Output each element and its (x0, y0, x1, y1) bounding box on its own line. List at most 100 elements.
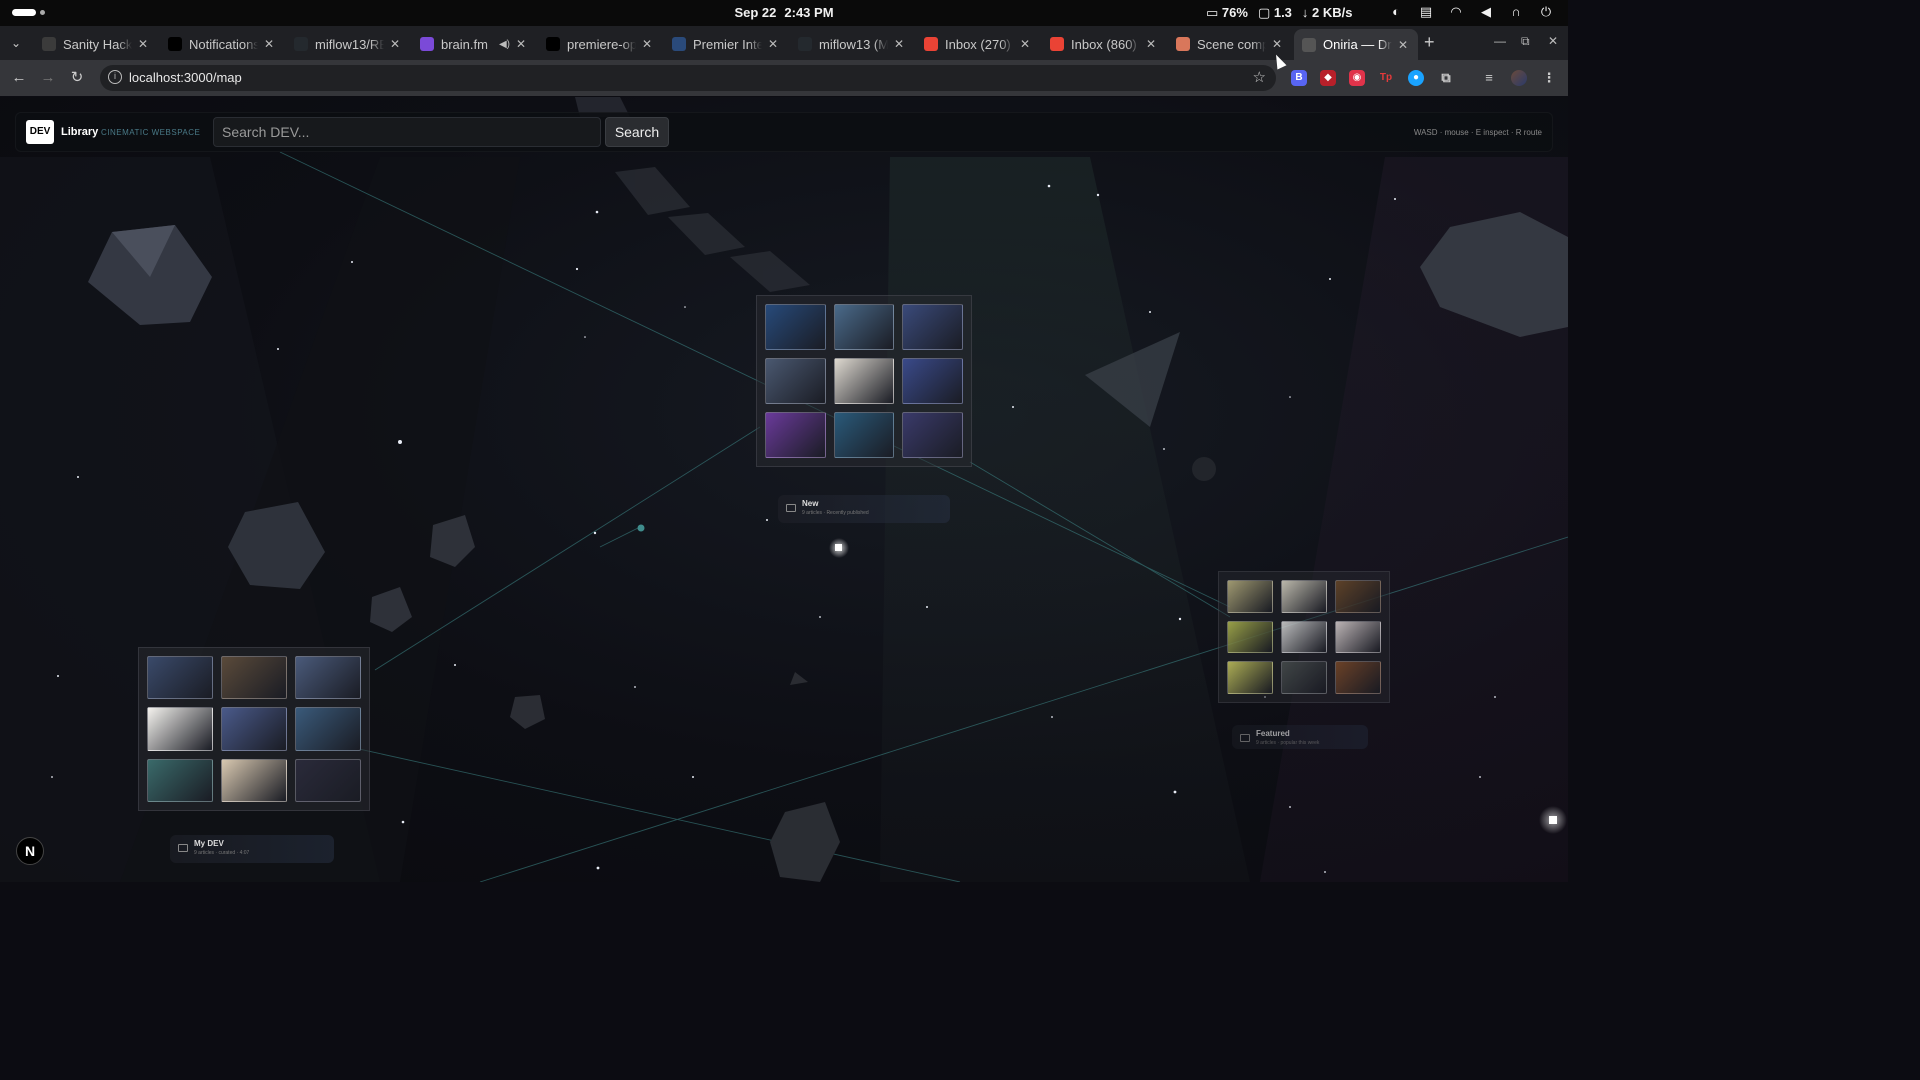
board-label-featured[interactable]: Featured 9 articles · popular this week (1232, 725, 1368, 749)
close-tab-icon[interactable]: ✕ (1396, 38, 1410, 52)
board-label-my-dev[interactable]: My DEV 9 articles · curated · 4:07 (170, 835, 334, 863)
tab-10[interactable]: Scene comp ✕ (1168, 30, 1292, 58)
new-tab-button[interactable]: + (1424, 32, 1435, 53)
article-thumbnail[interactable] (1227, 620, 1273, 654)
profile-avatar[interactable] (1511, 70, 1527, 86)
close-tab-icon[interactable]: ✕ (892, 37, 906, 51)
back-icon[interactable]: ← (9, 68, 29, 88)
clipboard-icon[interactable]: ▤ (1418, 4, 1434, 20)
article-thumbnail[interactable] (295, 707, 361, 751)
article-thumbnail[interactable] (833, 412, 895, 458)
close-tab-icon[interactable]: ✕ (1270, 37, 1284, 51)
clock-time: 2:43 PM (784, 5, 834, 20)
tab-title: miflow13 (M (819, 36, 888, 52)
tab-1[interactable]: Sanity Hack ✕ (34, 30, 158, 58)
article-thumbnail[interactable] (833, 304, 895, 350)
os-top-bar: Sep 22 2:43 PM ▭ 76% ▢ 1.3 ↓ 2 KB/s ◐ ▤ ◠… (0, 0, 1568, 26)
search-button[interactable]: Search (605, 117, 669, 147)
recorder-extension-icon[interactable]: ◉ (1349, 70, 1365, 86)
extension-icon[interactable]: B (1291, 70, 1307, 86)
tab-5[interactable]: premiere-op ✕ (538, 30, 662, 58)
power-icon[interactable]: ⏻ (1538, 4, 1554, 20)
workspace-indicator[interactable] (12, 9, 45, 16)
article-thumbnail[interactable] (221, 656, 287, 700)
board-featured[interactable] (1218, 571, 1390, 703)
wifi-icon[interactable]: ◠ (1448, 4, 1464, 20)
tab-11[interactable]: Oniria — Dr ✕ (1294, 29, 1418, 60)
audio-playing-icon[interactable]: ◀) (499, 39, 510, 50)
dev-logo[interactable]: DEV (26, 120, 54, 144)
close-tab-icon[interactable]: ✕ (640, 37, 654, 51)
tab-4[interactable]: brain.fm ◀) ✕ (412, 30, 536, 58)
article-thumbnail[interactable] (1281, 620, 1327, 654)
shield-extension-icon[interactable]: ◆ (1320, 70, 1336, 86)
nextjs-dev-badge[interactable]: N (16, 837, 44, 865)
article-thumbnail[interactable] (221, 758, 287, 802)
article-thumbnail[interactable] (295, 656, 361, 700)
minimize-icon[interactable]: — (1494, 34, 1506, 48)
board-label-new[interactable]: New 9 articles · Recently published (778, 495, 950, 523)
url-text[interactable]: localhost:3000/map (129, 70, 242, 85)
article-thumbnail[interactable] (1335, 620, 1381, 654)
article-thumbnail[interactable] (147, 656, 213, 700)
search-input[interactable] (213, 117, 601, 147)
article-thumbnail[interactable] (1335, 580, 1381, 613)
article-thumbnail[interactable] (1227, 580, 1273, 613)
article-thumbnail[interactable] (1335, 661, 1381, 694)
close-tab-icon[interactable]: ✕ (136, 37, 150, 51)
tab-7[interactable]: miflow13 (M ✕ (790, 30, 914, 58)
close-tab-icon[interactable]: ✕ (514, 37, 528, 51)
reload-icon[interactable]: ↻ (67, 68, 87, 88)
restore-icon[interactable]: ⧉ (1521, 34, 1530, 49)
close-tab-icon[interactable]: ✕ (262, 37, 276, 51)
article-thumbnail[interactable] (902, 412, 963, 458)
board-new[interactable] (756, 295, 972, 467)
article-thumbnail[interactable] (221, 707, 287, 751)
article-thumbnail[interactable] (902, 304, 963, 350)
forward-icon[interactable]: → (38, 68, 58, 88)
site-info-icon[interactable]: i (108, 70, 122, 84)
article-thumbnail[interactable] (1281, 580, 1327, 613)
volume-icon[interactable]: ◀ (1478, 4, 1494, 20)
glow-node (835, 544, 842, 551)
tab-3[interactable]: miflow13/RE ✕ (286, 30, 410, 58)
article-thumbnail[interactable] (1227, 661, 1273, 694)
address-bar[interactable]: i localhost:3000/map ☆ (100, 65, 1276, 91)
tab-title: Sanity Hack (63, 36, 132, 52)
kebab-menu-icon[interactable]: ⋮ (1541, 70, 1557, 86)
article-thumbnail[interactable] (902, 358, 963, 404)
sync-icon[interactable]: ◐ (1388, 4, 1404, 20)
article-thumbnail[interactable] (147, 707, 213, 751)
bookmark-star-icon[interactable]: ☆ (1253, 68, 1266, 86)
article-thumbnail[interactable] (833, 358, 895, 404)
system-stats[interactable]: ▭ 76% ▢ 1.3 ↓ 2 KB/s (1206, 5, 1353, 21)
close-tab-icon[interactable]: ✕ (388, 37, 402, 51)
tab-strip: ⌄ Sanity Hack ✕ Notifications ✕ miflow13/RE ✕… (0, 26, 1568, 60)
article-thumbnail[interactable] (1281, 661, 1327, 694)
tp-extension-icon[interactable]: Tp (1378, 70, 1394, 86)
tab-search-icon[interactable]: ⌄ (6, 34, 26, 54)
close-tab-icon[interactable]: ✕ (766, 37, 780, 51)
close-tab-icon[interactable]: ✕ (1018, 37, 1032, 51)
load-value: 1.3 (1273, 5, 1292, 20)
close-window-icon[interactable]: ✕ (1548, 34, 1558, 48)
media-control-icon[interactable]: ≡ (1481, 70, 1497, 86)
web-viewport[interactable]: New 9 articles · Recently published Feat… (0, 97, 1568, 882)
article-thumbnail[interactable] (765, 358, 826, 404)
board-my-dev[interactable] (138, 647, 370, 811)
puzzle-icon[interactable]: ⧉ (1438, 70, 1454, 86)
article-thumbnail[interactable] (147, 758, 213, 802)
tab-2[interactable]: Notifications ✕ (160, 30, 284, 58)
gmail-icon (924, 37, 938, 51)
sanity-icon (42, 37, 56, 51)
tab-8[interactable]: Inbox (270) ✕ (916, 30, 1040, 58)
close-tab-icon[interactable]: ✕ (1144, 37, 1158, 51)
board-subtitle: 9 articles · curated · 4:07 (194, 850, 250, 856)
headphones-icon[interactable]: ∩ (1508, 4, 1524, 20)
tab-6[interactable]: Premier Inte ✕ (664, 30, 788, 58)
article-thumbnail[interactable] (295, 758, 361, 802)
article-thumbnail[interactable] (765, 304, 826, 350)
cloud-extension-icon[interactable]: ● (1408, 70, 1424, 86)
article-thumbnail[interactable] (765, 412, 826, 458)
tab-9[interactable]: Inbox (860) ✕ (1042, 30, 1166, 58)
